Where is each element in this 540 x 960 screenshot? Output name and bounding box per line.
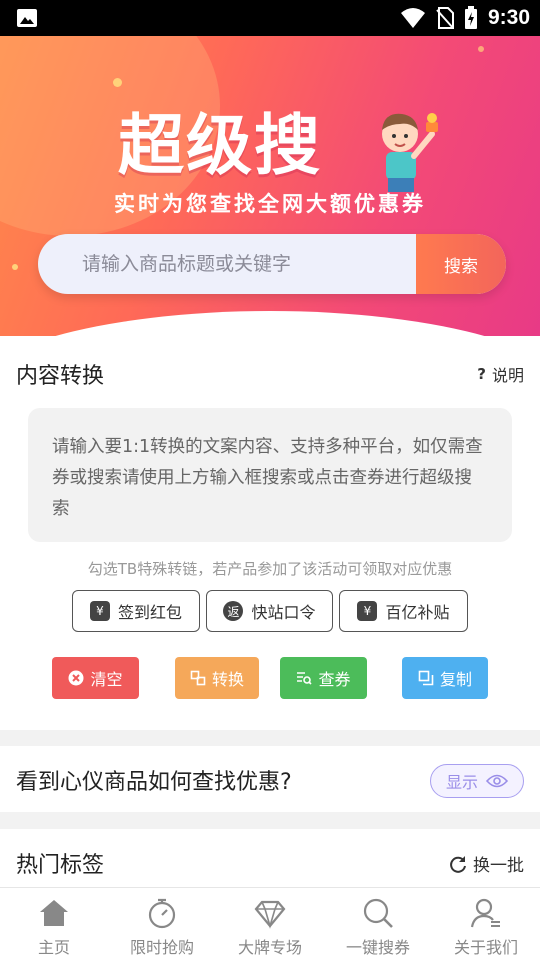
image-notification-icon (17, 9, 37, 27)
return-icon: 返 (223, 601, 244, 621)
tip-title: 看到心仪商品如何查找优惠? (16, 770, 292, 795)
question-icon: ? (477, 365, 486, 383)
eye-icon (486, 774, 508, 788)
copy-label: 复制 (439, 670, 472, 689)
app-title: 超级搜 (118, 107, 322, 184)
refresh-label: 换一批 (473, 856, 524, 876)
refresh-icon (450, 855, 466, 873)
search-bar: 搜索 (38, 234, 506, 294)
show-button[interactable]: 显示 (430, 764, 524, 798)
tab-about-us[interactable]: 关于我们 (432, 888, 540, 960)
decor-dot (113, 78, 122, 87)
convert-label: 转换 (211, 670, 244, 689)
subsidy-icon: ¥ (357, 601, 378, 621)
diamond-icon (254, 900, 286, 929)
tab-brand-special[interactable]: 大牌专场 (216, 888, 324, 960)
clear-button[interactable]: 清空 (52, 657, 139, 699)
decor-dot (12, 264, 18, 270)
wifi-icon (400, 8, 425, 28)
home-icon (40, 900, 68, 926)
find-coupon-button[interactable]: 查券 (280, 657, 367, 699)
close-circle-icon (68, 670, 84, 686)
hero-wave (0, 311, 540, 336)
user-icon (470, 898, 500, 928)
search-button[interactable]: 搜索 (416, 234, 506, 294)
no-sim-icon (436, 7, 454, 29)
content-textarea[interactable]: 请输入要1:1转换的文案内容、支持多种平台，如仅需查券或搜索请使用上方输入框搜索… (28, 408, 512, 542)
battery-charging-icon (464, 6, 477, 29)
help-link[interactable]: ? 说明 (477, 362, 524, 386)
decor-dot (478, 46, 484, 52)
show-label: 显示 (445, 773, 478, 792)
tab-label: 主页 (37, 938, 70, 957)
app-subtitle: 实时为您查找全网大额优惠券 (114, 192, 426, 216)
clock: 9:30 (487, 6, 530, 29)
red-packet-icon: ¥ (89, 601, 110, 621)
content-convert-card: 内容转换 ? 说明 请输入要1:1转换的文案内容、支持多种平台，如仅需查券或搜索… (0, 336, 540, 730)
clear-label: 清空 (90, 670, 123, 689)
bottom-tab-bar: 主页 限时抢购 大牌专场 一键搜券 关于我们 (0, 887, 540, 960)
tab-label: 限时抢购 (129, 938, 194, 957)
option-label: 快站口令 (251, 603, 316, 622)
tab-label: 大牌专场 (237, 938, 302, 957)
how-to-find-coupon-card[interactable]: 看到心仪商品如何查找优惠? 显示 (0, 746, 540, 812)
tb-hint: 勾选TB特殊转链，若产品参加了该活动可领取对应优惠 (87, 560, 453, 578)
help-label: 说明 (491, 366, 524, 385)
search-input[interactable] (38, 234, 418, 294)
option-kuaizhan-code[interactable]: 返 快站口令 (206, 590, 333, 632)
hot-tags-section: 热门标签 换一批 (0, 829, 540, 887)
tab-label: 一键搜券 (345, 938, 410, 957)
tab-label: 关于我们 (453, 938, 518, 957)
find-coupon-label: 查券 (318, 670, 351, 689)
tab-home[interactable]: 主页 (0, 888, 108, 960)
status-bar: 9:30 (0, 0, 540, 36)
tab-one-click-coupon[interactable]: 一键搜券 (324, 888, 432, 960)
search-icon (363, 898, 393, 928)
option-label: 签到红包 (117, 603, 182, 622)
hot-tags-title: 热门标签 (16, 853, 105, 878)
convert-button[interactable]: 转换 (175, 657, 259, 699)
stopwatch-icon (148, 898, 176, 929)
copy-icon (418, 670, 434, 686)
option-label: 百亿补贴 (385, 603, 450, 622)
search-list-icon (296, 670, 313, 686)
convert-icon (190, 670, 206, 686)
section-title: 内容转换 (16, 364, 105, 389)
tab-flash-sale[interactable]: 限时抢购 (108, 888, 216, 960)
copy-button[interactable]: 复制 (402, 657, 488, 699)
option-billion-subsidy[interactable]: ¥ 百亿补贴 (339, 590, 468, 632)
option-sign-in-red-packet[interactable]: ¥ 签到红包 (72, 590, 200, 632)
refresh-tags-button[interactable]: 换一批 (449, 851, 524, 876)
